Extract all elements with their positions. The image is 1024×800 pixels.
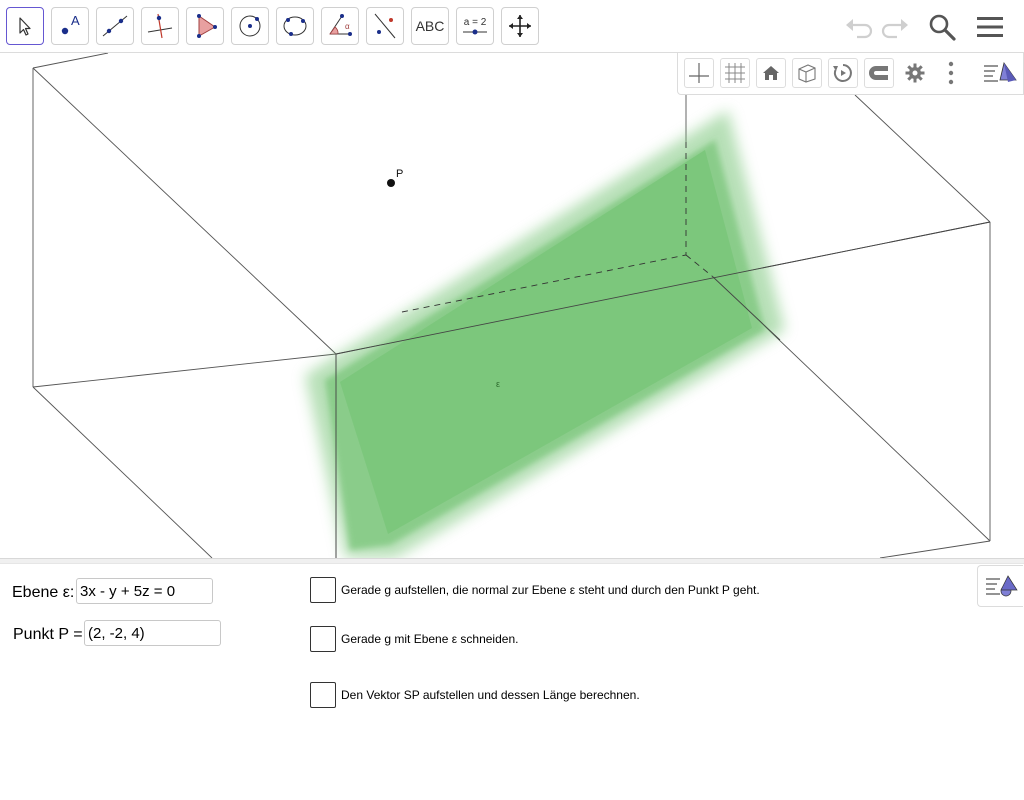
plane-epsilon[interactable] <box>305 110 785 558</box>
line-tool-button[interactable] <box>96 7 134 45</box>
style-bar-toggle-icon <box>984 62 1017 82</box>
task-checkbox-2[interactable] <box>310 626 336 652</box>
task-label-2: Gerade g mit Ebene ε schneiden. <box>341 632 519 646</box>
graphics-3d-view[interactable]: P ε <box>0 53 1024 558</box>
task-item-3[interactable]: Den Vektor SP aufstellen und dessen Läng… <box>310 682 640 708</box>
plane-input-label: Ebene ε: <box>12 584 75 601</box>
move-view-tool-button[interactable] <box>501 7 539 45</box>
text-icon: ABC <box>415 18 445 34</box>
angle-icon: α <box>329 14 352 36</box>
point-input-label: Punkt P = <box>13 626 83 643</box>
point-p-label: P <box>396 168 403 180</box>
magnet-icon <box>869 66 888 80</box>
point-tool-label: A <box>71 13 80 28</box>
circle-center-point-icon <box>239 15 261 37</box>
graphics-2d-panel: Ebene ε: Punkt P = Gerade g aufstellen, … <box>0 564 1024 800</box>
search-icon <box>929 14 956 41</box>
graphics-style-bar <box>677 53 1024 95</box>
grid-button[interactable] <box>720 58 750 88</box>
redo-icon <box>881 19 908 39</box>
more-vert-icon <box>948 61 954 85</box>
task-checkbox-1[interactable] <box>310 577 336 603</box>
more-options-button[interactable] <box>936 58 966 88</box>
style-bar-toggle-button[interactable] <box>980 58 1020 88</box>
slider-icon: a = 2 <box>462 17 488 36</box>
cube-icon <box>798 64 816 83</box>
grid-icon <box>725 63 745 83</box>
menu-button[interactable] <box>971 8 1009 46</box>
style-bar-toggle-icon <box>985 575 1018 597</box>
svg-text:α: α <box>345 22 350 31</box>
plane-equation-input[interactable] <box>76 578 213 604</box>
view-direction-button[interactable] <box>792 58 822 88</box>
reflect-line-icon <box>374 13 396 39</box>
task-checkbox-3[interactable] <box>310 682 336 708</box>
axes-icon <box>689 63 709 83</box>
polygon-tool-button[interactable] <box>186 7 224 45</box>
bottom-style-bar-toggle-button[interactable] <box>977 565 1023 607</box>
perpendicular-line-icon <box>147 13 173 39</box>
plane-label: ε <box>496 379 500 389</box>
triangle-polygon-icon <box>197 14 217 38</box>
menu-icon <box>977 17 1003 37</box>
graphics-canvas[interactable]: P ε <box>0 53 1024 558</box>
settings-button[interactable] <box>900 58 930 88</box>
perpendicular-line-tool-button[interactable] <box>141 7 179 45</box>
axes-button[interactable] <box>684 58 714 88</box>
undo-button[interactable] <box>840 8 878 46</box>
home-button[interactable] <box>756 58 786 88</box>
search-button[interactable] <box>923 8 961 46</box>
home-icon <box>763 66 779 80</box>
rotate-icon <box>833 64 852 82</box>
task-item-1[interactable]: Gerade g aufstellen, die normal zur Eben… <box>310 577 760 603</box>
line-through-points-icon <box>102 15 128 37</box>
move-arrows-icon <box>509 15 531 37</box>
point-icon: A <box>61 13 80 35</box>
task-item-2[interactable]: Gerade g mit Ebene ε schneiden. <box>310 626 518 652</box>
point-coordinates-input[interactable] <box>84 620 221 646</box>
point-p[interactable] <box>387 179 395 187</box>
move-tool-button[interactable] <box>6 7 44 45</box>
slider-tool-label: a = 2 <box>463 16 487 28</box>
redo-button[interactable] <box>876 8 914 46</box>
rotate-button[interactable] <box>828 58 858 88</box>
text-tool-button[interactable]: ABC <box>411 7 449 45</box>
toolbar: A α ABC a = 2 <box>0 0 1024 53</box>
slider-tool-button[interactable]: a = 2 <box>456 7 494 45</box>
task-label-1: Gerade g aufstellen, die normal zur Eben… <box>341 583 760 597</box>
undo-icon <box>846 19 873 39</box>
circle-tool-button[interactable] <box>231 7 269 45</box>
point-capturing-button[interactable] <box>864 58 894 88</box>
task-label-3: Den Vektor SP aufstellen und dessen Läng… <box>341 688 640 702</box>
angle-tool-button[interactable]: α <box>321 7 359 45</box>
cursor-arrow-icon <box>19 17 31 36</box>
circle-three-points-tool-button[interactable] <box>276 7 314 45</box>
circle-three-points-icon <box>283 16 307 36</box>
reflect-tool-button[interactable] <box>366 7 404 45</box>
gear-icon <box>905 63 925 83</box>
point-tool-button[interactable]: A <box>51 7 89 45</box>
